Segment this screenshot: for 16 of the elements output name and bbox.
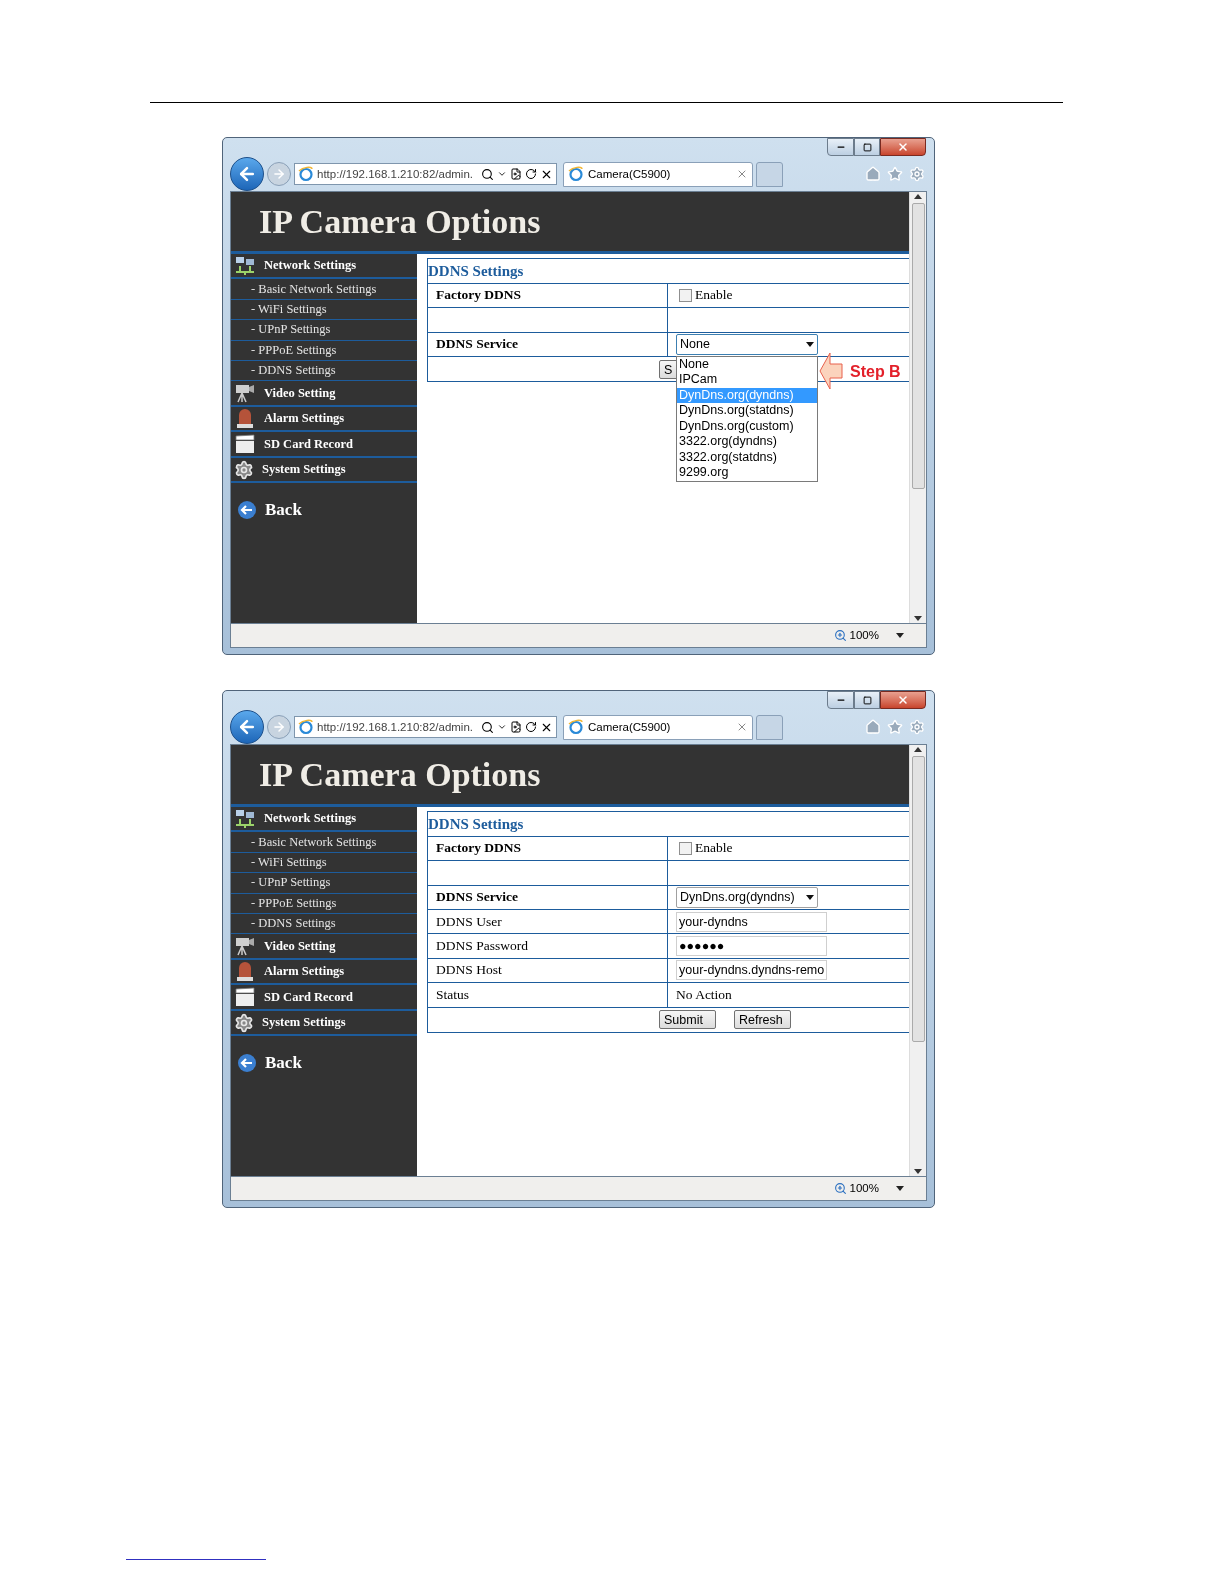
table-title: DDNS Settings: [428, 814, 524, 834]
field-label: DDNS Password: [428, 934, 668, 958]
status-value: No Action: [676, 985, 732, 1004]
field-label: Status: [428, 983, 668, 1007]
field-label: DDNS User: [428, 910, 668, 934]
page-title: IP Camera Options: [259, 201, 541, 242]
checkbox-label: Enable: [695, 839, 733, 858]
field-label: Factory DDNS: [428, 283, 668, 308]
page-title: IP Camera Options: [259, 754, 541, 795]
field-label: DDNS Service: [428, 332, 668, 356]
table-title: DDNS Settings: [428, 261, 524, 281]
field-label: DDNS Service: [428, 885, 668, 909]
step-label: Step B: [850, 361, 901, 382]
checkbox-label: Enable: [695, 286, 733, 305]
field-label: Factory DDNS: [428, 836, 668, 861]
field-label: DDNS Host: [428, 958, 668, 983]
